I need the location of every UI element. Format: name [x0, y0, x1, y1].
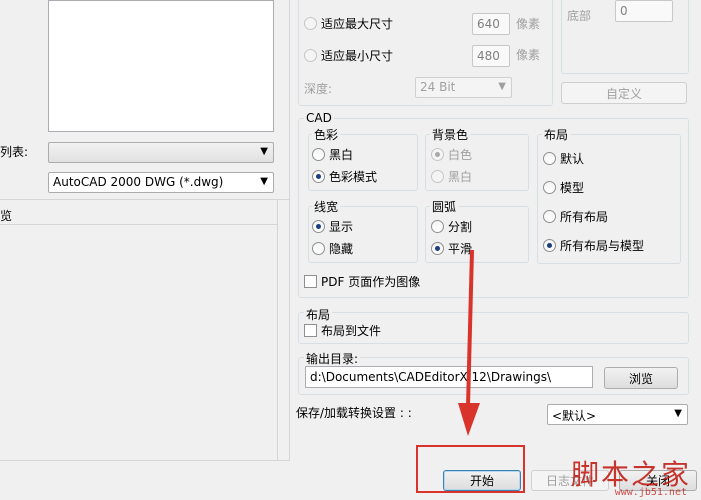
bottom-value: 0	[620, 4, 628, 18]
color-mode-label: 色彩模式	[329, 170, 378, 184]
radio-icon	[312, 242, 325, 255]
pdf-as-image-label: PDF 页面作为图像	[321, 275, 421, 289]
fit-max-value: 640	[477, 17, 500, 31]
depth-combo[interactable]: 24 Bit ▼	[415, 77, 512, 98]
radio-selected-icon	[312, 170, 325, 183]
lineweight-title: 线宽	[312, 198, 341, 215]
start-highlight-box	[416, 445, 525, 493]
chevron-down-icon: ▼	[260, 176, 268, 187]
radio-selected-icon	[431, 148, 444, 161]
color-mode-radio[interactable]: 色彩模式	[312, 168, 377, 185]
layout-all-label: 所有布局	[560, 210, 609, 224]
layout-all-radio[interactable]: 所有布局	[543, 208, 608, 225]
radio-icon	[543, 181, 556, 194]
output-path-input[interactable]: d:\Documents\CADEditorX 12\Drawings\	[305, 366, 593, 388]
output-label: 输出目录:	[304, 350, 361, 367]
bottom-label: 底部	[567, 9, 592, 23]
radio-selected-icon	[431, 242, 444, 255]
lineweight-hide-radio[interactable]: 隐藏	[312, 240, 353, 257]
layout-to-file-checkbox[interactable]: 布局到文件	[304, 322, 381, 339]
format-combo[interactable]: AutoCAD 2000 DWG (*.dwg) ▼	[48, 172, 274, 193]
chevron-down-icon: ▼	[674, 408, 682, 419]
save-load-value: <默认>	[552, 409, 597, 423]
bg-black-label: 黑白	[448, 170, 473, 184]
cad-title: CAD	[304, 111, 334, 125]
color-title: 色彩	[312, 126, 341, 143]
browse-button-label: 浏览	[628, 371, 653, 386]
color-bw-label: 黑白	[329, 148, 354, 162]
left-divider-top	[0, 199, 290, 200]
list-combo[interactable]: ▼	[48, 142, 274, 163]
fit-max-unit: 像素	[516, 17, 541, 31]
fit-min-radio[interactable]: 适应最小尺寸	[304, 47, 393, 64]
chevron-down-icon: ▼	[260, 146, 268, 157]
fit-min-value: 480	[477, 49, 500, 63]
layout-model-label: 模型	[560, 181, 585, 195]
lineweight-hide-label: 隐藏	[329, 242, 354, 256]
arc-title: 圆弧	[430, 198, 459, 215]
layout-section-title: 布局	[304, 306, 333, 323]
fit-min-label: 适应最小尺寸	[321, 49, 394, 63]
radio-icon	[543, 210, 556, 223]
left-panel-bottom-edge	[0, 460, 290, 461]
radio-icon	[304, 49, 317, 62]
arc-split-label: 分割	[448, 220, 473, 234]
radio-icon	[431, 170, 444, 183]
lineweight-show-radio[interactable]: 显示	[312, 218, 353, 235]
output-path-value: d:\Documents\CADEditorX 12\Drawings\	[310, 370, 552, 384]
list-label: 列表:	[0, 145, 29, 159]
layout-default-radio[interactable]: 默认	[543, 150, 584, 167]
radio-icon	[312, 148, 325, 161]
arc-split-radio[interactable]: 分割	[431, 218, 472, 235]
fit-max-label: 适应最大尺寸	[321, 17, 394, 31]
checkbox-icon	[304, 275, 317, 288]
background-title: 背景色	[430, 126, 471, 143]
bottom-input[interactable]: 0	[615, 0, 673, 22]
custom-button[interactable]: 自定义	[561, 82, 687, 104]
custom-button-label: 自定义	[605, 86, 642, 101]
radio-selected-icon	[312, 220, 325, 233]
arrow-annotation-icon	[458, 249, 480, 436]
fit-max-radio[interactable]: 适应最大尺寸	[304, 15, 393, 32]
checkbox-icon	[304, 324, 317, 337]
right-panel-border	[289, 0, 290, 460]
save-load-combo[interactable]: <默认> ▼	[547, 404, 688, 425]
save-load-label: 保存/加载转换设置 : :	[296, 406, 412, 420]
layout-to-file-label: 布局到文件	[321, 324, 382, 338]
fit-min-input[interactable]: 480	[472, 45, 510, 67]
fit-max-input[interactable]: 640	[472, 13, 510, 35]
layout-default-label: 默认	[560, 152, 585, 166]
radio-icon	[304, 17, 317, 30]
color-bw-radio[interactable]: 黑白	[312, 146, 353, 163]
pdf-as-image-checkbox[interactable]: PDF 页面作为图像	[304, 273, 420, 290]
layout-all-model-radio[interactable]: 所有布局与模型	[543, 237, 644, 254]
radio-selected-icon	[543, 239, 556, 252]
layout-options-title: 布局	[542, 126, 571, 143]
preview-label: 览	[0, 209, 13, 223]
bg-white-label: 白色	[448, 148, 473, 162]
bg-white-radio[interactable]: 白色	[431, 146, 472, 163]
depth-value: 24 Bit	[420, 80, 456, 94]
radio-icon	[431, 220, 444, 233]
file-list-preview[interactable]	[48, 0, 274, 132]
site-watermark-url: www.jb51.net	[614, 487, 687, 498]
browse-button[interactable]: 浏览	[604, 367, 678, 389]
left-panel-vertical-edge	[277, 200, 278, 460]
bg-black-radio[interactable]: 黑白	[431, 168, 472, 185]
format-combo-value: AutoCAD 2000 DWG (*.dwg)	[53, 175, 224, 189]
layout-model-radio[interactable]: 模型	[543, 179, 584, 196]
lineweight-show-label: 显示	[329, 220, 354, 234]
depth-label: 深度:	[304, 82, 333, 96]
chevron-down-icon: ▼	[498, 81, 506, 92]
fit-min-unit: 像素	[516, 48, 541, 62]
layout-all-model-label: 所有布局与模型	[560, 239, 645, 253]
radio-icon	[543, 152, 556, 165]
left-divider-bottom	[0, 224, 277, 225]
